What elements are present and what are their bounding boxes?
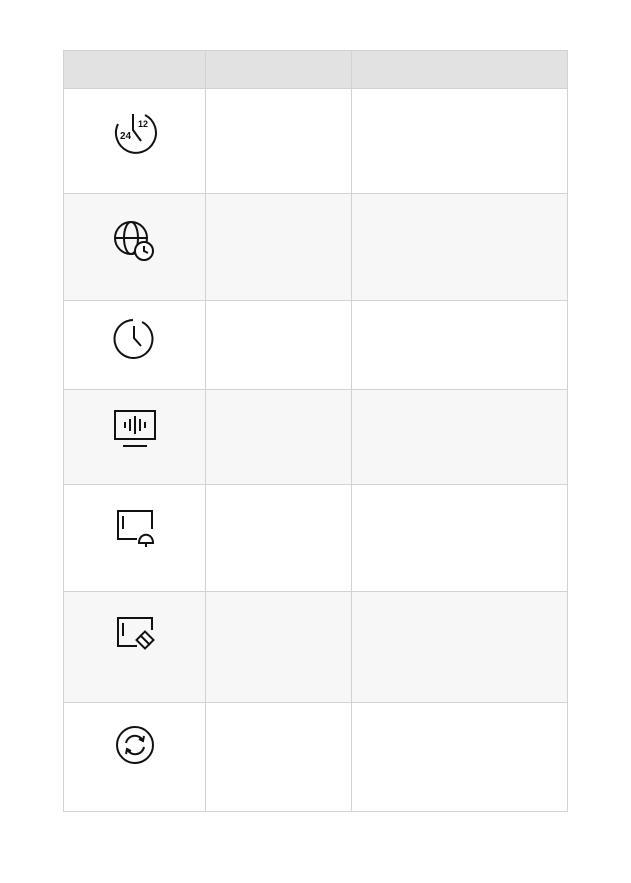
name-cell bbox=[205, 300, 352, 390]
name-cell bbox=[205, 591, 352, 703]
table-row bbox=[63, 389, 568, 485]
description-cell bbox=[351, 300, 568, 390]
table-row bbox=[63, 193, 568, 301]
icon-cell bbox=[63, 702, 206, 812]
card-bell-icon bbox=[116, 510, 154, 547]
24-12-hour-clock-icon: 24 12 bbox=[114, 114, 157, 154]
header-cell-1 bbox=[63, 50, 206, 89]
name-cell bbox=[205, 702, 352, 812]
table-row bbox=[63, 300, 568, 390]
icon-cell bbox=[63, 193, 206, 301]
table-row bbox=[63, 484, 568, 592]
card-eraser-icon bbox=[116, 617, 155, 650]
header-cell-2 bbox=[205, 50, 352, 89]
description-cell bbox=[351, 193, 568, 301]
table-header-row bbox=[63, 50, 568, 89]
svg-text:24: 24 bbox=[120, 131, 132, 142]
table-row bbox=[63, 702, 568, 812]
description-cell bbox=[351, 484, 568, 592]
icon-cell bbox=[63, 389, 206, 485]
table-row bbox=[63, 591, 568, 703]
name-cell bbox=[205, 484, 352, 592]
description-cell bbox=[351, 88, 568, 194]
header-cell-3 bbox=[351, 50, 568, 89]
name-cell bbox=[205, 389, 352, 485]
description-cell bbox=[351, 702, 568, 812]
icon-cell bbox=[63, 484, 206, 592]
name-cell bbox=[205, 88, 352, 194]
screen-audio-icon bbox=[113, 410, 156, 447]
description-cell bbox=[351, 389, 568, 485]
icon-cell bbox=[63, 300, 206, 390]
feature-table: 24 12 bbox=[63, 50, 568, 812]
description-cell bbox=[351, 591, 568, 703]
globe-clock-icon bbox=[113, 221, 154, 261]
icon-cell bbox=[63, 591, 206, 703]
sync-icon bbox=[115, 726, 154, 764]
name-cell bbox=[205, 193, 352, 301]
clock-icon bbox=[113, 319, 153, 359]
table-row: 24 12 bbox=[63, 88, 568, 194]
svg-text:12: 12 bbox=[138, 119, 148, 129]
icon-cell: 24 12 bbox=[63, 88, 206, 194]
